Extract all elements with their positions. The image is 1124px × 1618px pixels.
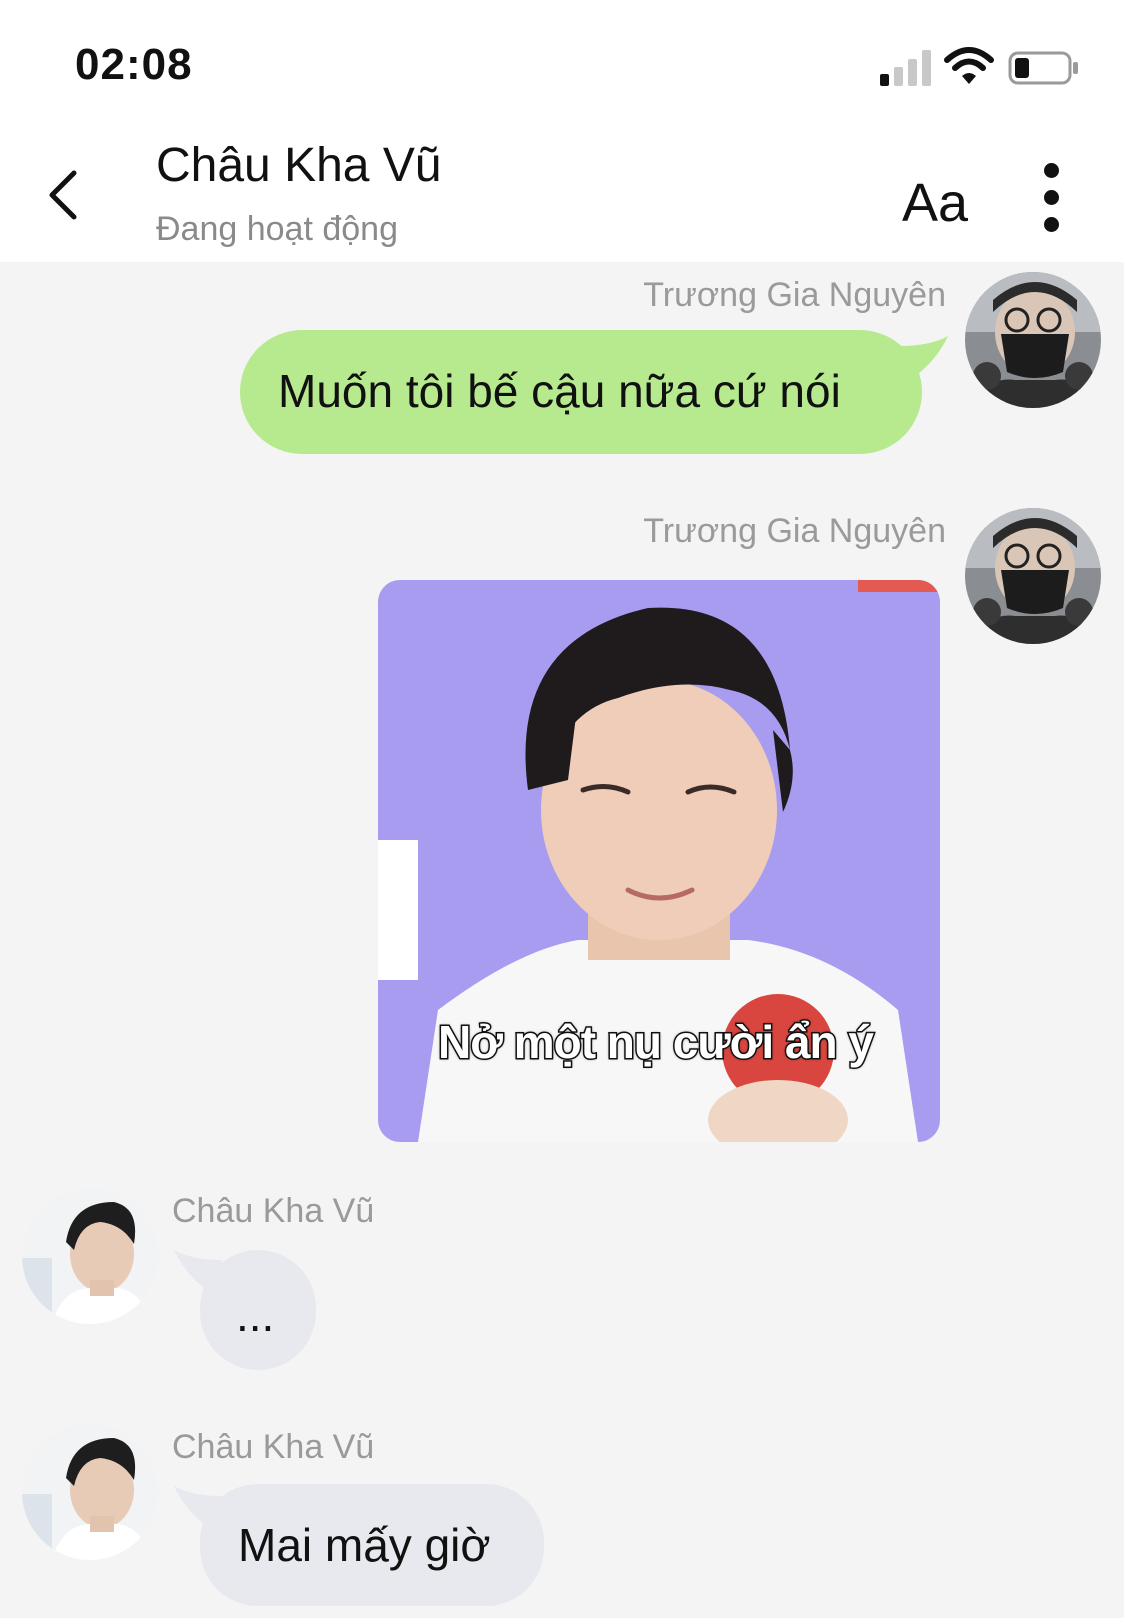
cellular-signal-icon bbox=[880, 50, 931, 86]
avatar-truong-gia-nguyen[interactable] bbox=[965, 272, 1101, 408]
avatar-chau-kha-vu[interactable] bbox=[22, 1424, 158, 1560]
sender-name: Châu Kha Vũ bbox=[172, 1428, 375, 1466]
battery-icon bbox=[1008, 51, 1078, 85]
bubble-tail bbox=[900, 336, 948, 380]
contact-name[interactable]: Châu Kha Vũ bbox=[156, 138, 442, 193]
sticker-image[interactable]: Nở một nụ cười ẩn ý bbox=[378, 580, 940, 1142]
sender-name: Trương Gia Nguyên bbox=[643, 276, 946, 314]
message-text: Muốn tôi bế cậu nữa cứ nói bbox=[278, 365, 841, 417]
back-chevron-icon[interactable] bbox=[40, 165, 90, 225]
wifi-icon bbox=[944, 47, 994, 84]
avatar-truong-gia-nguyen[interactable] bbox=[965, 508, 1101, 644]
more-vertical-icon[interactable] bbox=[1040, 163, 1062, 233]
font-size-button[interactable]: Aa bbox=[902, 172, 968, 234]
chat-header: 02:08 Châu Kha Vũ Đang hoạt động Aa bbox=[0, 0, 1124, 262]
message-text: ... bbox=[236, 1289, 275, 1341]
sticker-caption: Nở một nụ cười ẩn ý bbox=[437, 1015, 876, 1070]
message-bubble-outgoing[interactable]: Muốn tôi bế cậu nữa cứ nói bbox=[240, 330, 922, 454]
status-time: 02:08 bbox=[75, 40, 193, 89]
message-bubble-incoming[interactable]: Mai mấy giờ bbox=[200, 1484, 544, 1606]
sender-name: Châu Kha Vũ bbox=[172, 1192, 375, 1230]
message-bubble-incoming[interactable]: ... bbox=[200, 1250, 316, 1370]
message-text: Mai mấy giờ bbox=[238, 1519, 491, 1571]
avatar-chau-kha-vu[interactable] bbox=[22, 1188, 158, 1324]
contact-status: Đang hoạt động bbox=[156, 210, 398, 248]
sender-name: Trương Gia Nguyên bbox=[643, 512, 946, 550]
